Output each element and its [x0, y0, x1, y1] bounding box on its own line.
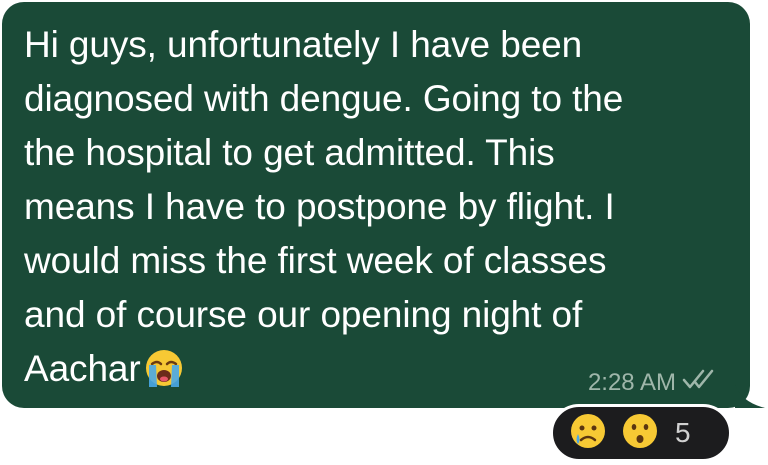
crying-face-icon[interactable]	[569, 412, 607, 455]
message-line-text: Aachar	[24, 348, 141, 389]
bubble-tail	[735, 384, 767, 408]
message-line: means I have to postpone by flight. I	[24, 186, 615, 227]
message-line: the hospital to get admitted. This	[24, 132, 555, 173]
reaction-count: 5	[675, 417, 691, 448]
message-line: and of course our opening night of	[24, 294, 583, 335]
message-line: Hi guys, unfortunately I have been	[24, 24, 583, 65]
message-time: 2:28 AM	[587, 368, 676, 396]
message-line: diagnosed with dengue. Going to the	[24, 78, 624, 119]
message-meta: 2:28 AM	[588, 368, 716, 397]
double-check-icon	[682, 368, 716, 397]
loudly-crying-face-icon	[143, 347, 185, 404]
hushed-face-icon[interactable]	[621, 412, 659, 455]
reactions-pill[interactable]: 5	[550, 404, 732, 462]
message-bubble[interactable]: Hi guys, unfortunately I have been diagn…	[2, 2, 750, 408]
message-text: Hi guys, unfortunately I have been diagn…	[24, 18, 724, 404]
message-line: would miss the first week of classes	[24, 240, 607, 281]
